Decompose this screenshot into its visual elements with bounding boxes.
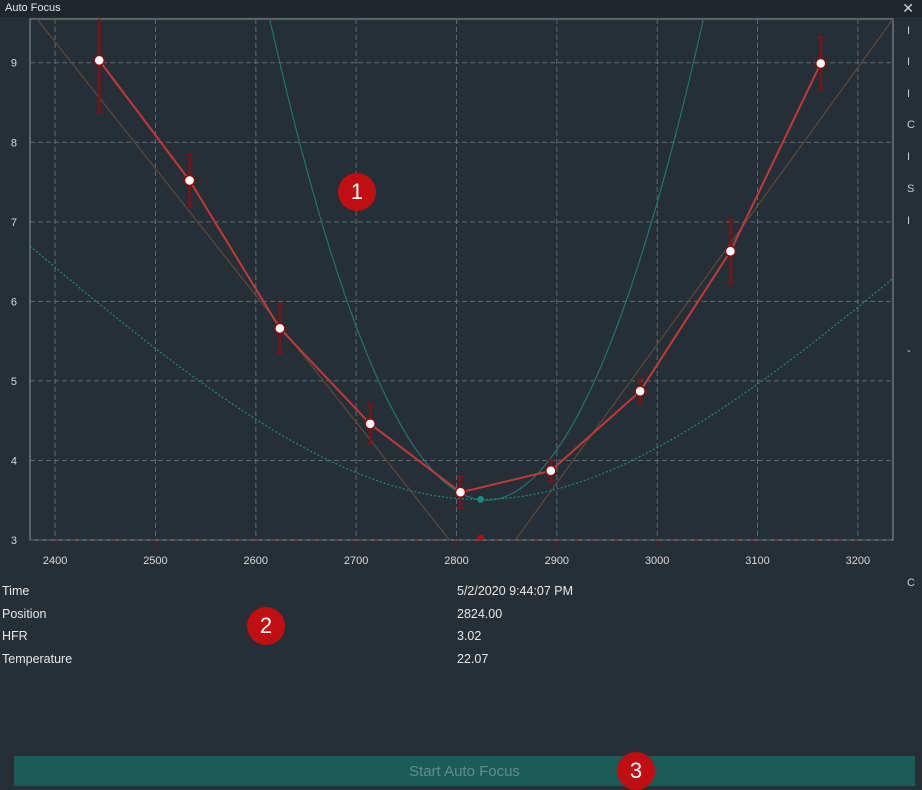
y-tick-label: 4 — [11, 455, 17, 467]
side-fragment: I — [907, 88, 911, 100]
data-point — [454, 486, 467, 499]
data-point — [545, 465, 557, 477]
x-tick-label: 3200 — [846, 555, 870, 567]
side-fragment: C — [907, 119, 915, 131]
info-value: 22.07 — [457, 652, 489, 666]
info-label: HFR — [2, 629, 28, 643]
data-point — [814, 57, 827, 70]
info-label: Temperature — [2, 652, 73, 666]
x-tick-label: 2500 — [143, 555, 167, 567]
info-value: 3.02 — [457, 629, 482, 643]
x-tick-label: 3000 — [645, 555, 669, 567]
focus-chart: 2400 2500 2600 2700 2800 2900 3000 3100 3200 3 4 5 6… — [11, 18, 894, 567]
info-value: 2824.00 — [457, 607, 503, 621]
title-bar: Auto Focus ✕ — [0, 0, 922, 17]
close-icon[interactable]: ✕ — [902, 0, 914, 16]
hyperbolic-minimum-point — [477, 495, 485, 503]
data-point — [93, 54, 105, 67]
y-tick-label: 7 — [11, 217, 17, 229]
y-tick-label: 9 — [11, 58, 17, 70]
callout-badge-1: 1 — [338, 173, 376, 211]
data-point — [724, 245, 737, 258]
plot-area — [29, 18, 894, 541]
x-tick-label: 2400 — [43, 555, 67, 567]
side-fragment: S — [907, 183, 915, 195]
x-tick-label: 3100 — [745, 555, 769, 567]
trend-intersection-point — [477, 534, 485, 540]
side-fragment: I — [907, 151, 911, 163]
x-tick-label: 2800 — [444, 555, 468, 567]
x-tick-label: 2700 — [344, 555, 368, 567]
side-fragment: - — [907, 345, 911, 357]
side-fragment: C — [907, 577, 915, 589]
data-point — [183, 174, 196, 187]
callout-badge-2: 2 — [247, 607, 285, 645]
data-point — [364, 418, 376, 430]
x-tick-label: 2900 — [545, 555, 569, 567]
info-value: 5/2/2020 9:44:07 PM — [457, 584, 574, 598]
info-label: Position — [2, 607, 47, 621]
side-fragment: I — [907, 56, 911, 68]
y-tick-label: 6 — [11, 296, 17, 308]
start-auto-focus-button[interactable]: Start Auto Focus — [14, 756, 915, 786]
callout-badge-3: 3 — [617, 752, 655, 790]
data-point — [634, 385, 646, 398]
data-point — [274, 322, 286, 335]
y-tick-label: 8 — [11, 137, 17, 149]
side-fragment: I — [907, 215, 911, 227]
y-tick-label: 5 — [11, 376, 17, 388]
x-tick-label: 2600 — [244, 555, 268, 567]
y-tick-label: 3 — [11, 535, 17, 547]
info-label: Time — [2, 584, 30, 598]
window-title: Auto Focus — [5, 2, 61, 14]
side-fragment: I — [907, 25, 911, 37]
